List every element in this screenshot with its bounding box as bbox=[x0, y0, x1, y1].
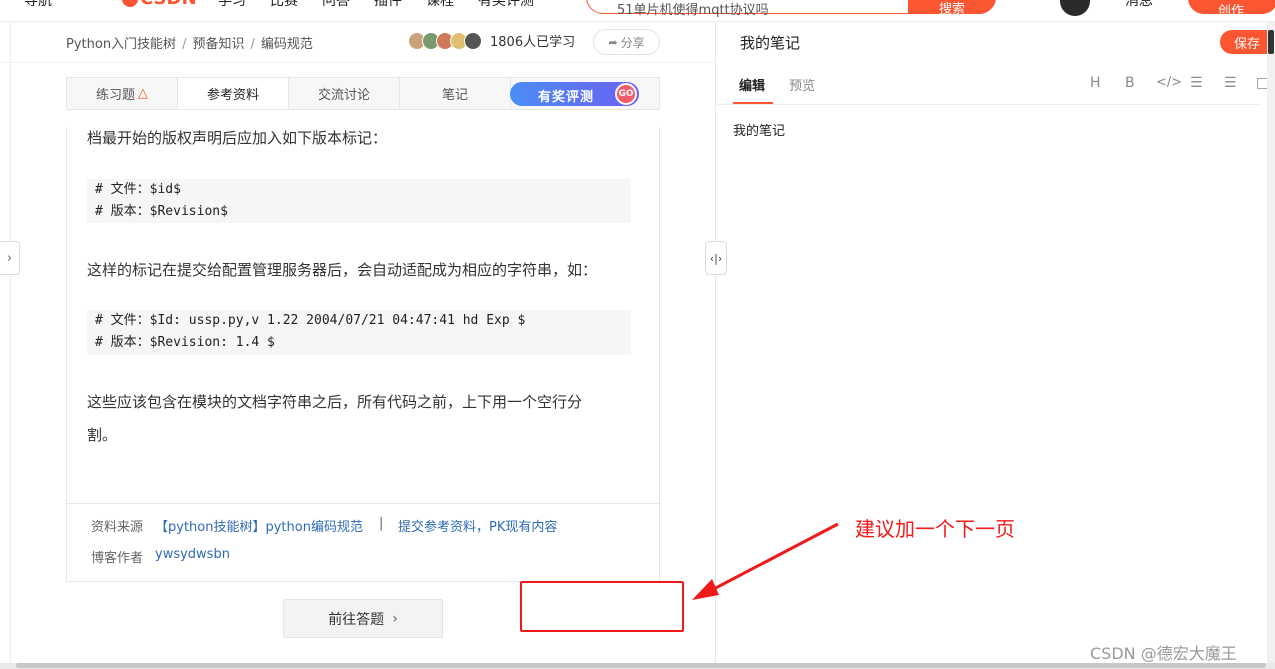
annotation-arrow bbox=[692, 522, 839, 600]
watermark: CSDN @德宏大魔王 bbox=[1090, 644, 1237, 663]
annotation-text: 建议加一个下一页 bbox=[855, 517, 1015, 541]
